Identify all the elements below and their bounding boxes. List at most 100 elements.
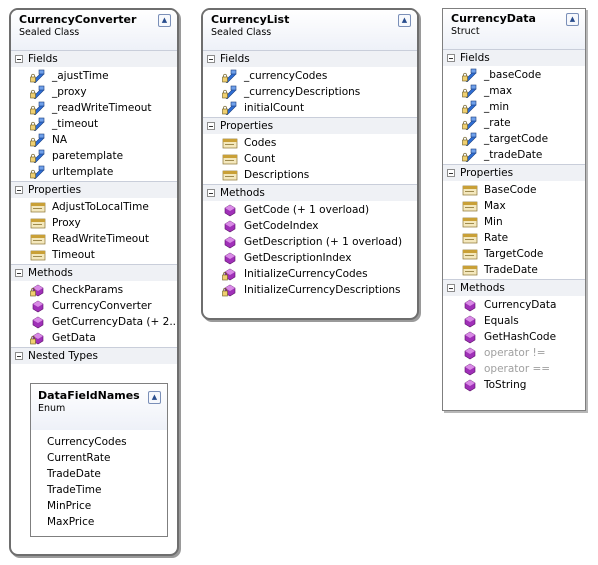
member-row[interactable]: GetDescription (+ 1 overload) — [203, 234, 417, 250]
property-icon — [30, 200, 46, 214]
enum-member[interactable]: CurrencyCodes — [31, 434, 167, 450]
minus-toggle-icon[interactable] — [207, 122, 215, 130]
member-row[interactable]: ReadWriteTimeout — [11, 231, 177, 247]
minus-toggle-icon[interactable] — [207, 55, 215, 63]
minus-toggle-icon[interactable] — [207, 189, 215, 197]
member-list: _currencyCodes _currencyDescriptions initi… — [203, 67, 417, 117]
member-row[interactable]: GetCodeIndex — [203, 218, 417, 234]
member-label: Equals — [484, 315, 519, 327]
member-row[interactable]: Max — [443, 198, 585, 214]
member-row[interactable]: _timeout — [11, 116, 177, 132]
section-header-properties[interactable]: Properties — [11, 181, 177, 198]
member-row[interactable]: ToString — [443, 377, 585, 393]
member-row[interactable]: _baseCode — [443, 67, 585, 83]
member-row[interactable]: operator != — [443, 345, 585, 361]
member-row[interactable]: Codes — [203, 135, 417, 151]
member-row[interactable]: Timeout — [11, 247, 177, 263]
member-row[interactable]: _tradeDate — [443, 147, 585, 163]
collapse-chevron-icon[interactable]: ▲ — [566, 13, 579, 26]
member-label: GetCodeIndex — [244, 220, 319, 232]
minus-toggle-icon[interactable] — [15, 55, 23, 63]
section-header-nested-types[interactable]: Nested Types — [11, 347, 177, 364]
minus-toggle-icon[interactable] — [447, 284, 455, 292]
enum-member[interactable]: CurrentRate — [31, 450, 167, 466]
section-header-fields[interactable]: Fields — [443, 49, 585, 66]
member-label: TargetCode — [484, 248, 544, 260]
member-list: CurrencyData Equals GetHashCode operator !=… — [443, 296, 585, 394]
member-row[interactable]: _currencyCodes — [203, 68, 417, 84]
private-method-icon — [30, 283, 46, 297]
struct-title: CurrencyData — [451, 12, 536, 25]
minus-toggle-icon[interactable] — [15, 186, 23, 194]
member-row[interactable]: GetHashCode — [443, 329, 585, 345]
member-row[interactable]: Min — [443, 214, 585, 230]
collapse-chevron-icon[interactable]: ▲ — [398, 14, 411, 27]
section-header-fields[interactable]: Fields — [11, 50, 177, 67]
method-icon — [462, 362, 478, 376]
member-row[interactable]: _ajustTime — [11, 68, 177, 84]
enum-member[interactable]: TradeDate — [31, 466, 167, 482]
class-title: CurrencyList — [211, 13, 290, 26]
enum-member[interactable]: MinPrice — [31, 498, 167, 514]
member-row[interactable]: GetCode (+ 1 overload) — [203, 202, 417, 218]
section-methods: Methods CurrencyData Equals GetHashCode ope… — [443, 279, 585, 394]
member-row[interactable]: Count — [203, 151, 417, 167]
member-row[interactable]: _min — [443, 99, 585, 115]
section-header-methods[interactable]: Methods — [11, 264, 177, 281]
enum-member[interactable]: TradeTime — [31, 482, 167, 498]
section-header-properties[interactable]: Properties — [203, 117, 417, 134]
minus-toggle-icon[interactable] — [447, 54, 455, 62]
member-row[interactable]: TargetCode — [443, 246, 585, 262]
member-list: Codes Count Descriptions — [203, 134, 417, 184]
member-row[interactable]: TradeDate — [443, 262, 585, 278]
member-row[interactable]: GetCurrencyData (+ 2... — [11, 314, 177, 330]
member-row[interactable]: operator == — [443, 361, 585, 377]
minus-toggle-icon[interactable] — [15, 352, 23, 360]
private-field-icon — [222, 85, 238, 99]
method-icon — [222, 235, 238, 249]
member-row[interactable]: paretemplate — [11, 148, 177, 164]
member-list: BaseCode Max Min Rate TargetCode TradeDate — [443, 181, 585, 279]
member-row[interactable]: GetDescriptionIndex — [203, 250, 417, 266]
member-label: operator == — [484, 363, 551, 375]
member-row[interactable]: AdjustToLocalTime — [11, 199, 177, 215]
section-header-properties[interactable]: Properties — [443, 164, 585, 181]
member-row[interactable]: InitializeCurrencyCodes — [203, 266, 417, 282]
member-row[interactable]: BaseCode — [443, 182, 585, 198]
member-row[interactable]: urltemplate — [11, 164, 177, 180]
member-row[interactable]: initialCount — [203, 100, 417, 116]
struct-kind: Struct — [451, 26, 480, 37]
section-fields: Fields _currencyCodes _currencyDescriptio… — [203, 50, 417, 117]
member-row[interactable]: _max — [443, 83, 585, 99]
member-row[interactable]: _readWriteTimeout — [11, 100, 177, 116]
member-row[interactable]: Rate — [443, 230, 585, 246]
member-row[interactable]: CurrencyConverter — [11, 298, 177, 314]
section-header-fields[interactable]: Fields — [203, 50, 417, 67]
minus-toggle-icon[interactable] — [447, 169, 455, 177]
member-label: _proxy — [52, 86, 87, 98]
section-header-methods[interactable]: Methods — [203, 184, 417, 201]
member-row[interactable]: Equals — [443, 313, 585, 329]
member-row[interactable]: GetData — [11, 330, 177, 346]
private-field-icon — [30, 133, 46, 147]
member-row[interactable]: InitializeCurrencyDescriptions — [203, 282, 417, 298]
member-row[interactable]: NA — [11, 132, 177, 148]
collapse-chevron-icon[interactable]: ▲ — [158, 14, 171, 27]
class-header: CurrencyConverter Sealed Class ▲ — [11, 10, 177, 50]
minus-toggle-icon[interactable] — [15, 269, 23, 277]
member-row[interactable]: _currencyDescriptions — [203, 84, 417, 100]
private-field-icon — [462, 148, 478, 162]
section-header-methods[interactable]: Methods — [443, 279, 585, 296]
member-row[interactable]: Proxy — [11, 215, 177, 231]
member-label: _readWriteTimeout — [52, 102, 152, 114]
member-row[interactable]: CheckParams — [11, 282, 177, 298]
member-row[interactable]: _rate — [443, 115, 585, 131]
method-icon — [30, 315, 46, 329]
member-row[interactable]: _targetCode — [443, 131, 585, 147]
member-label: _timeout — [52, 118, 99, 130]
member-row[interactable]: _proxy — [11, 84, 177, 100]
collapse-chevron-icon[interactable]: ▲ — [148, 391, 161, 404]
member-row[interactable]: CurrencyData — [443, 297, 585, 313]
enum-member[interactable]: MaxPrice — [31, 514, 167, 530]
member-row[interactable]: Descriptions — [203, 167, 417, 183]
